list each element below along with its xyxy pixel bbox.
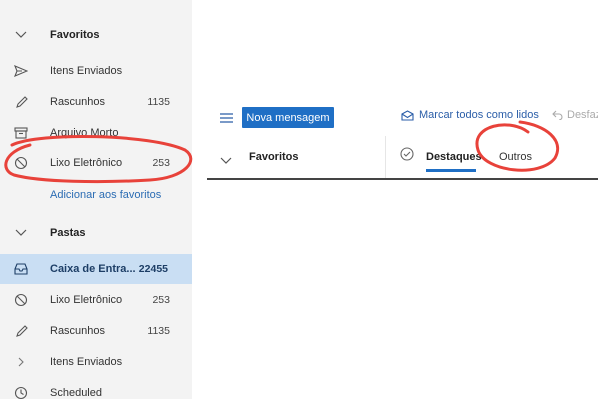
folder-sidebar: Favoritos Itens Enviados Rascunhos 1135 … — [0, 0, 192, 400]
chevron-right-icon[interactable] — [13, 354, 29, 370]
pencil-icon — [13, 323, 29, 339]
unread-count: 253 — [152, 294, 170, 306]
favorite-item-label: Lixo Eletrônico — [50, 157, 123, 169]
folders-header-label: Pastas — [50, 227, 86, 239]
mark-all-read-button[interactable]: Marcar todos como lidos — [401, 109, 539, 121]
folder-item-label: Lixo Eletrônico — [50, 294, 123, 306]
divider — [207, 178, 598, 180]
folder-item-label: Itens Enviados — [50, 356, 123, 368]
favorites-header[interactable]: Favoritos — [249, 151, 299, 163]
active-tab-indicator — [426, 169, 476, 172]
select-all-check-icon[interactable] — [400, 147, 414, 166]
tab-focused[interactable]: Destaques — [426, 151, 482, 163]
folder-item-label: Scheduled — [50, 387, 102, 399]
folder-item-label: Caixa de Entra... — [50, 263, 136, 275]
divider — [385, 136, 386, 180]
favorite-item-label: Rascunhos — [50, 96, 106, 108]
undo-label: Desfaz — [567, 109, 598, 121]
favorite-item-label: Itens Enviados — [50, 65, 123, 77]
unread-count: 253 — [152, 157, 170, 169]
add-to-favorites-link[interactable]: Adicionar aos favoritos — [0, 180, 192, 210]
tab-other[interactable]: Outros — [499, 151, 532, 163]
favorite-item-junk[interactable]: Lixo Eletrônico 253 — [0, 148, 192, 178]
unread-count: 1135 — [147, 96, 170, 108]
folder-item-junk[interactable]: Lixo Eletrônico 253 — [0, 285, 192, 315]
chevron-down-icon — [13, 225, 29, 241]
folder-item-label: Rascunhos — [50, 325, 106, 337]
inbox-icon — [13, 261, 29, 277]
add-to-favorites-label: Adicionar aos favoritos — [50, 189, 162, 201]
unread-count: 22455 — [138, 263, 168, 275]
favorite-item-label: Arquivo Morto — [50, 127, 119, 139]
folder-item-drafts[interactable]: Rascunhos 1135 — [0, 316, 192, 346]
pencil-icon — [13, 94, 29, 110]
hamburger-menu-icon[interactable] — [220, 110, 233, 128]
favorite-item-archive[interactable]: Arquivo Morto — [0, 118, 192, 148]
unread-count: 1135 — [147, 325, 170, 337]
favorite-item-drafts[interactable]: Rascunhos 1135 — [0, 87, 192, 117]
mark-all-read-label: Marcar todos como lidos — [419, 109, 539, 121]
folder-item-inbox[interactable]: Caixa de Entra... 22455 — [0, 254, 192, 284]
block-icon — [13, 292, 29, 308]
block-icon — [13, 155, 29, 171]
envelope-open-icon — [401, 109, 414, 121]
folder-item-sent[interactable]: Itens Enviados — [0, 347, 192, 377]
send-icon — [13, 63, 29, 79]
chevron-down-icon[interactable] — [220, 152, 232, 170]
mail-toolbar-panel: Nova mensagem Marcar todos como lidos De… — [207, 96, 598, 182]
undo-button[interactable]: Desfaz — [552, 109, 598, 121]
favorites-header[interactable]: Favoritos — [0, 20, 192, 50]
folder-item-scheduled[interactable]: Scheduled — [0, 378, 192, 408]
undo-icon — [552, 110, 563, 120]
new-message-button[interactable]: Nova mensagem — [242, 107, 334, 128]
archive-icon — [13, 125, 29, 141]
chevron-down-icon — [13, 27, 29, 43]
favorites-header-label: Favoritos — [50, 29, 100, 41]
folders-header[interactable]: Pastas — [0, 218, 192, 248]
favorite-item-sent[interactable]: Itens Enviados — [0, 56, 192, 86]
